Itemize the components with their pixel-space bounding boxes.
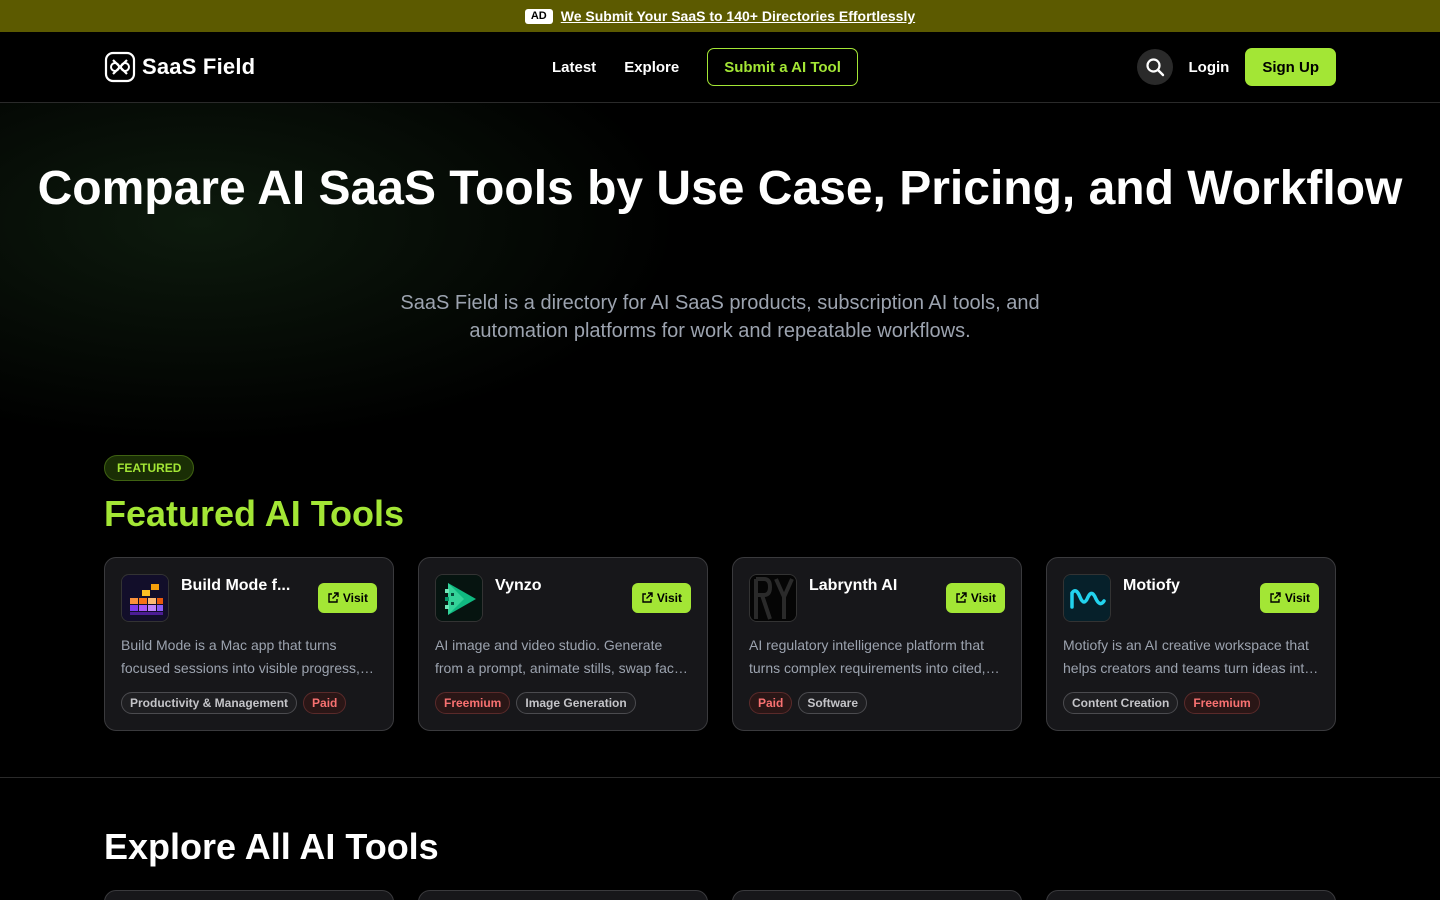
labrynth-logo-icon bbox=[749, 574, 797, 622]
tool-tags: Paid Software bbox=[749, 692, 868, 714]
category-tag[interactable]: Productivity & Management bbox=[121, 692, 298, 714]
tool-card[interactable]: Vynzo Visit AI image and video studio. G… bbox=[418, 557, 708, 731]
ad-badge: AD bbox=[524, 8, 553, 24]
tool-card[interactable]: Motiofy Visit Motiofy is an AI creative … bbox=[1046, 557, 1336, 731]
ad-banner: AD We Submit Your SaaS to 140+ Directori… bbox=[0, 0, 1440, 32]
tool-description: AI regulatory intelligence platform that… bbox=[749, 637, 986, 676]
signup-button[interactable]: Sign Up bbox=[1245, 48, 1336, 86]
pricing-tag[interactable]: Paid bbox=[749, 692, 793, 714]
external-link-icon bbox=[642, 592, 653, 603]
brand-logo-icon bbox=[104, 51, 136, 83]
pricing-tag[interactable]: Paid bbox=[303, 692, 347, 714]
brand-name: SaaS Field bbox=[142, 54, 256, 79]
nav-explore[interactable]: Explore bbox=[624, 59, 679, 76]
visit-button[interactable]: Visit bbox=[1259, 583, 1319, 613]
featured-badge: FEATURED bbox=[104, 455, 195, 481]
explore-section: Explore All AI Tools bbox=[0, 778, 1440, 900]
search-button[interactable] bbox=[1136, 49, 1173, 85]
category-tag[interactable]: Software bbox=[798, 692, 868, 714]
tool-name[interactable]: Build Mode f... bbox=[181, 577, 299, 595]
nav-links: Latest Explore Submit a AI Tool bbox=[552, 48, 858, 86]
visit-button[interactable]: Visit bbox=[631, 583, 691, 613]
external-link-icon bbox=[1270, 592, 1281, 603]
tool-card[interactable] bbox=[732, 890, 1022, 900]
pricing-tag[interactable]: Freemium bbox=[435, 692, 511, 714]
build-mode-logo-icon bbox=[121, 574, 169, 622]
brand-logo[interactable]: SaaS Field bbox=[104, 51, 255, 83]
tool-card[interactable] bbox=[418, 890, 708, 900]
tool-name[interactable]: Vynzo bbox=[495, 577, 613, 595]
featured-section: FEATURED Featured AI Tools Build Mode f.… bbox=[0, 453, 1440, 778]
tool-description: Motiofy is an AI creative workspace that… bbox=[1063, 637, 1313, 676]
visit-label: Visit bbox=[342, 591, 368, 605]
explore-title: Explore All AI Tools bbox=[104, 826, 439, 867]
category-tag[interactable]: Content Creation bbox=[1063, 692, 1179, 714]
ad-link[interactable]: We Submit Your SaaS to 140+ Directories … bbox=[561, 8, 915, 24]
tool-tags: Content Creation Freemium bbox=[1063, 692, 1260, 714]
vynzo-logo-icon bbox=[435, 574, 483, 622]
hero-title: Compare AI SaaS Tools by Use Case, Prici… bbox=[37, 162, 1403, 215]
login-link[interactable]: Login bbox=[1189, 59, 1230, 76]
tool-description: AI image and video studio. Generate from… bbox=[435, 637, 689, 676]
nav-actions: Login Sign Up bbox=[1136, 48, 1336, 86]
visit-label: Visit bbox=[656, 591, 682, 605]
tool-name[interactable]: Motiofy bbox=[1123, 577, 1241, 595]
motiofy-logo-icon bbox=[1063, 574, 1111, 622]
tool-name[interactable]: Labrynth AI bbox=[809, 577, 927, 595]
external-link-icon bbox=[956, 592, 967, 603]
pricing-tag[interactable]: Freemium bbox=[1184, 692, 1260, 714]
search-icon bbox=[1145, 58, 1164, 77]
tool-card[interactable]: Build Mode f... Visit Build Mode is a Ma… bbox=[104, 557, 394, 731]
visit-label: Visit bbox=[970, 591, 996, 605]
hero-section: Compare AI SaaS Tools by Use Case, Prici… bbox=[0, 103, 1440, 453]
tool-tags: Productivity & Management Paid bbox=[121, 692, 347, 714]
tool-description: Build Mode is a Mac app that turns focus… bbox=[121, 637, 360, 676]
visit-button[interactable]: Visit bbox=[317, 583, 377, 613]
visit-label: Visit bbox=[1284, 591, 1310, 605]
featured-title: Featured AI Tools bbox=[104, 493, 405, 534]
hero-subtitle: SaaS Field is a directory for AI SaaS pr… bbox=[400, 292, 1040, 342]
category-tag[interactable]: Image Generation bbox=[516, 692, 636, 714]
nav-latest[interactable]: Latest bbox=[552, 59, 596, 76]
explore-cards bbox=[104, 890, 1336, 900]
submit-tool-button[interactable]: Submit a AI Tool bbox=[707, 48, 858, 86]
external-link-icon bbox=[328, 592, 339, 603]
tool-card[interactable]: Labrynth AI Visit AI regulatory intellig… bbox=[732, 557, 1022, 731]
featured-cards: Build Mode f... Visit Build Mode is a Ma… bbox=[104, 557, 1336, 731]
visit-button[interactable]: Visit bbox=[945, 583, 1005, 613]
tool-tags: Freemium Image Generation bbox=[435, 692, 636, 714]
tool-card[interactable] bbox=[1046, 890, 1336, 900]
top-nav: SaaS Field Latest Explore Submit a AI To… bbox=[0, 32, 1440, 103]
tool-card[interactable] bbox=[104, 890, 394, 900]
